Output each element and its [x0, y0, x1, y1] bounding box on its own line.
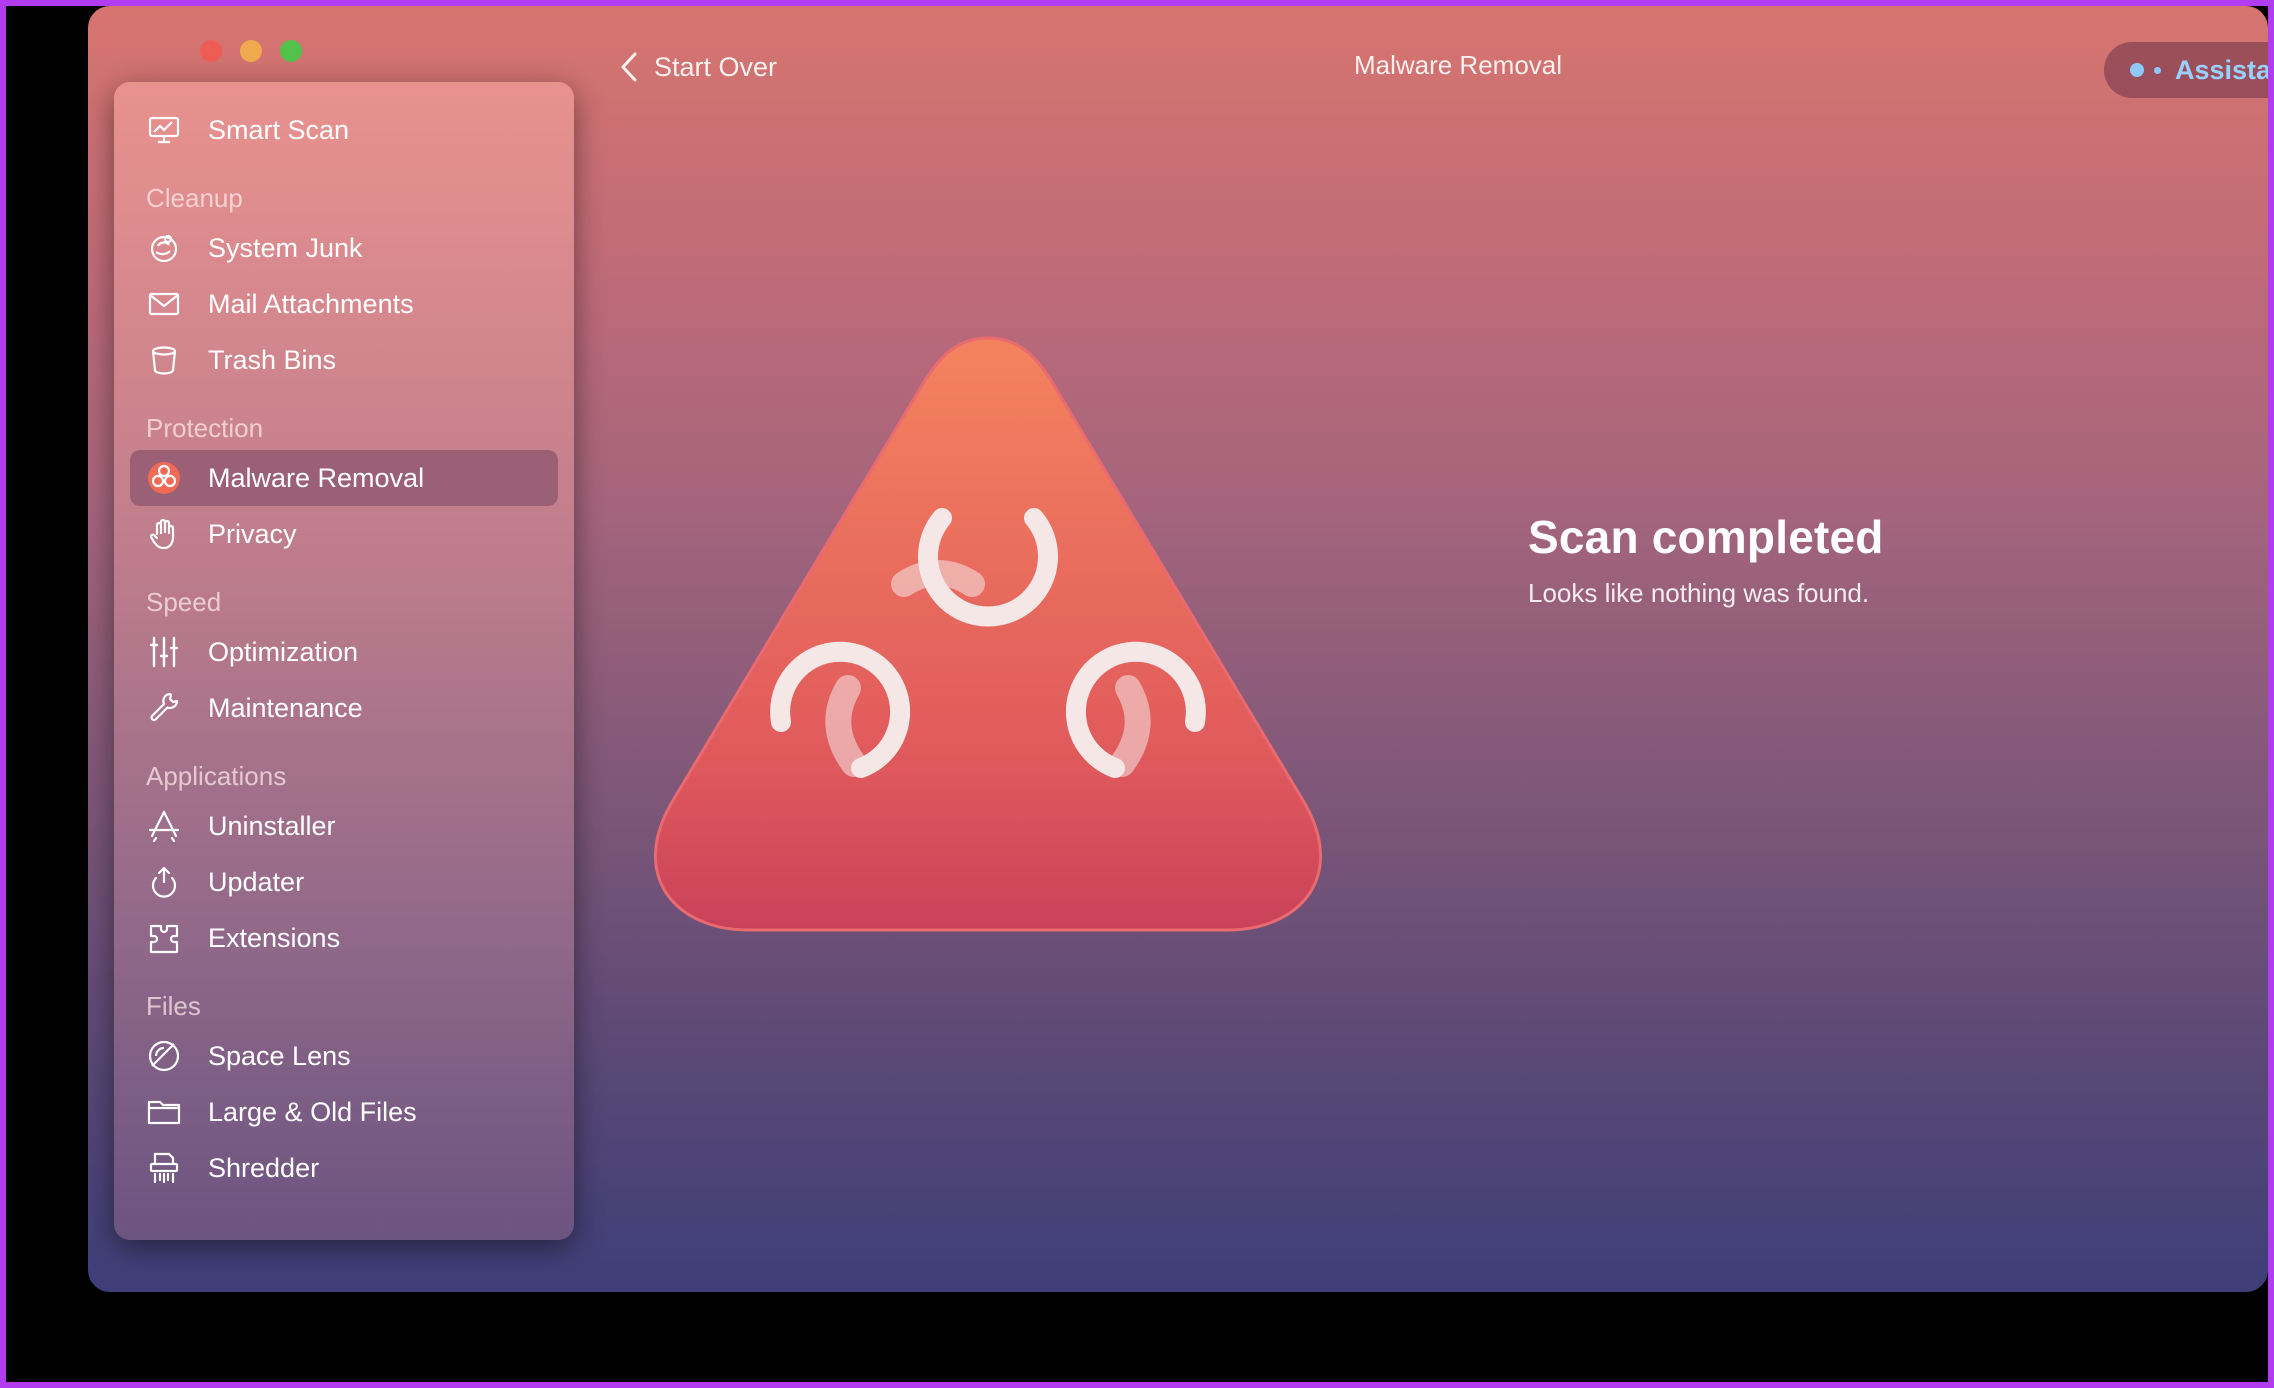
minimize-window-button[interactable] — [240, 40, 262, 62]
sidebar-item-label: Malware Removal — [208, 462, 425, 493]
assistant-dot-icon — [2130, 63, 2144, 77]
sliders-icon — [144, 632, 184, 672]
sidebar-item-label: Space Lens — [208, 1040, 351, 1071]
sidebar-item-label: Shredder — [208, 1152, 320, 1183]
sidebar-item-label: Smart Scan — [208, 114, 350, 145]
sidebar-item-updater[interactable]: Updater — [130, 854, 558, 910]
wrench-icon — [144, 688, 184, 728]
sidebar-item-label: Trash Bins — [208, 344, 337, 375]
sidebar-item-label: Updater — [208, 866, 305, 897]
close-window-button[interactable] — [200, 40, 222, 62]
app-store-icon — [144, 806, 184, 846]
extension-icon — [144, 918, 184, 958]
section-files: Files — [146, 991, 201, 1021]
chevron-left-icon — [621, 52, 637, 82]
section-speed: Speed — [146, 587, 222, 617]
sidebar-item-label: Mail Attachments — [208, 288, 414, 319]
sidebar-item-shredder[interactable]: Shredder — [130, 1140, 558, 1196]
assistant-small-dot-icon — [2154, 66, 2161, 74]
sidebar-item-space-lens[interactable]: Space Lens — [130, 1028, 558, 1084]
biohazard-warning-icon — [653, 336, 1323, 932]
sidebar: Smart Scan Cleanup System Junk Mail Atta… — [114, 82, 574, 1240]
sidebar-item-label: Privacy — [208, 518, 297, 549]
sidebar-item-label: Extensions — [208, 922, 341, 953]
sidebar-item-smart-scan[interactable]: Smart Scan — [130, 102, 558, 158]
sidebar-item-malware-removal[interactable]: Malware Removal — [130, 450, 558, 506]
sidebar-item-large-old-files[interactable]: Large & Old Files — [130, 1084, 558, 1140]
start-over-label: Start Over — [654, 51, 778, 82]
result-heading: Scan completed — [1528, 511, 1884, 563]
sidebar-item-optimization[interactable]: Optimization — [130, 624, 558, 680]
sidebar-item-mail-attachments[interactable]: Mail Attachments — [130, 276, 558, 332]
update-icon — [144, 862, 184, 902]
space-lens-icon — [144, 1036, 184, 1076]
sidebar-item-trash-bins[interactable]: Trash Bins — [130, 332, 558, 388]
section-applications: Applications — [146, 761, 287, 791]
sidebar-item-privacy[interactable]: Privacy — [130, 506, 558, 562]
zoom-window-button[interactable] — [280, 40, 302, 62]
sidebar-item-label: Large & Old Files — [208, 1096, 417, 1127]
assistant-label: Assistant — [2175, 54, 2268, 85]
folder-icon — [144, 1092, 184, 1132]
shredder-icon — [144, 1148, 184, 1188]
sidebar-item-label: Maintenance — [208, 692, 363, 723]
sidebar-item-label: Uninstaller — [208, 810, 336, 841]
assistant-button[interactable]: Assistant — [2104, 42, 2268, 98]
biohazard-icon — [144, 458, 184, 498]
result-subtext: Looks like nothing was found. — [1528, 578, 1870, 608]
sidebar-item-label: System Junk — [208, 232, 363, 263]
sidebar-item-maintenance[interactable]: Maintenance — [130, 680, 558, 736]
hand-icon — [144, 514, 184, 554]
sidebar-item-extensions[interactable]: Extensions — [130, 910, 558, 966]
sidebar-item-label: Optimization — [208, 636, 359, 667]
mail-icon — [144, 284, 184, 324]
app-window: Smart Scan Cleanup System Junk Mail Atta… — [88, 6, 2268, 1292]
section-protection: Protection — [146, 413, 264, 443]
sidebar-item-system-junk[interactable]: System Junk — [130, 220, 558, 276]
smart-scan-icon — [144, 110, 184, 150]
system-junk-icon — [144, 228, 184, 268]
scan-result: Scan completed Looks like nothing was fo… — [1528, 510, 1884, 609]
window-title: Malware Removal — [1353, 50, 1563, 80]
sidebar-item-uninstaller[interactable]: Uninstaller — [130, 798, 558, 854]
trash-icon — [144, 340, 184, 380]
start-over-button[interactable]: Start Over — [618, 50, 777, 84]
section-cleanup: Cleanup — [146, 183, 243, 213]
